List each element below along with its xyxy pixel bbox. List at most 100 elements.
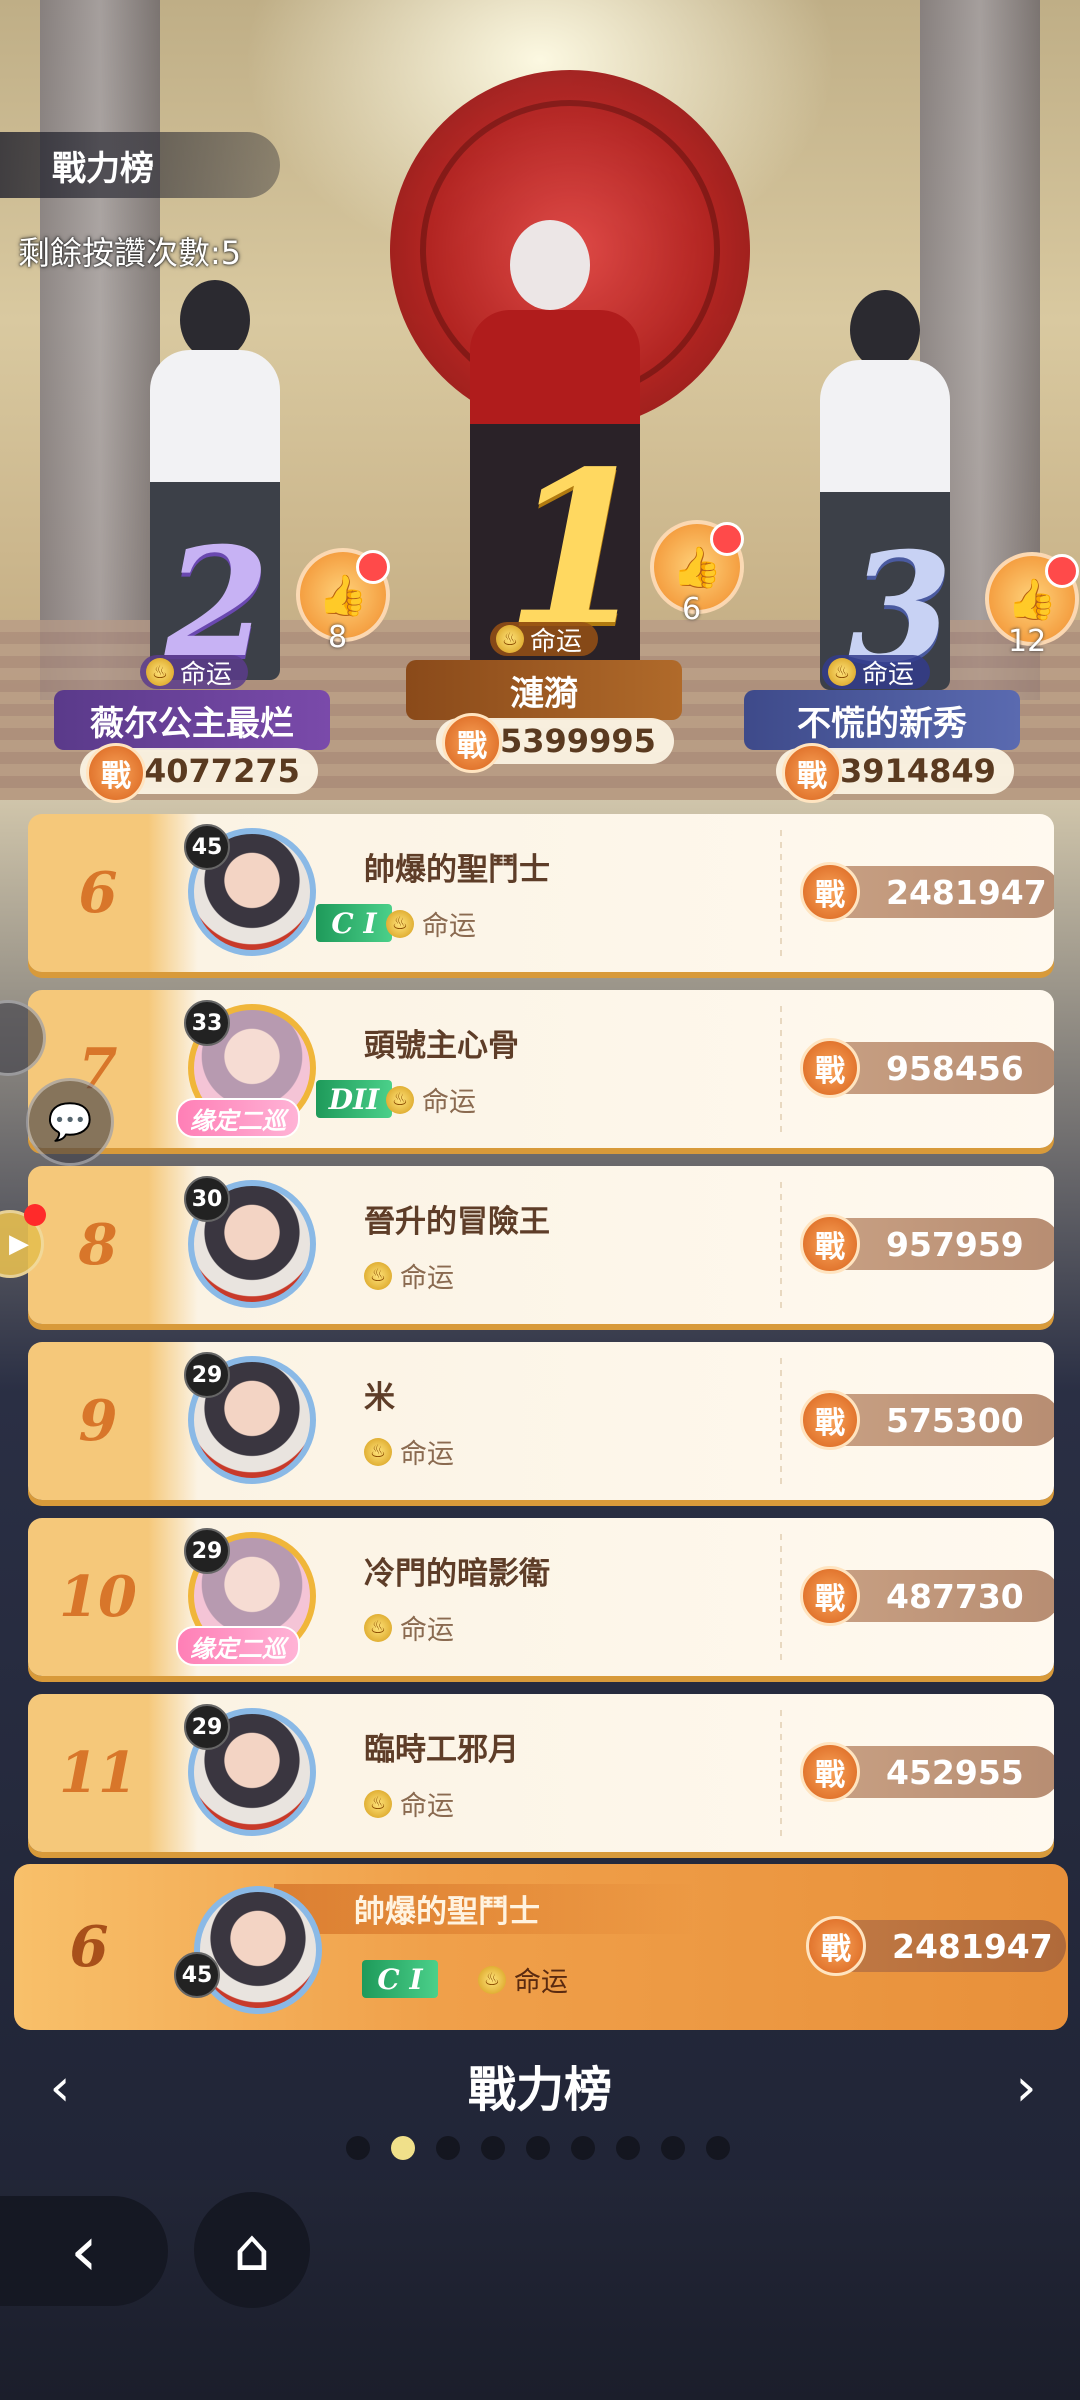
ranking-row[interactable]: 7 33 缘定二巡 頭號主心骨 DII ♨ 命运 戰 958456	[28, 990, 1054, 1148]
player-name-rank-3[interactable]: 不慌的新秀	[744, 690, 1020, 750]
power-icon: 戰	[800, 862, 860, 922]
player-name: 帥爆的聖鬥士	[364, 852, 550, 888]
power-icon: 戰	[442, 713, 502, 773]
power-rank-2: 戰 4077275	[80, 743, 318, 803]
play-icon: ▶	[9, 1229, 29, 1259]
page-dot[interactable]	[706, 2136, 730, 2160]
flame-icon: ♨	[364, 1437, 392, 1466]
my-rank-row[interactable]: 6 45 帥爆的聖鬥士 C I ♨ 命运 戰 2481947	[14, 1864, 1068, 2030]
page-title: 戰力榜	[467, 2062, 612, 2118]
power-rank-1: 戰 5399995	[436, 713, 674, 773]
power-icon: 戰	[800, 1742, 860, 1802]
divider	[780, 1182, 782, 1308]
rank-number: 8	[78, 1212, 118, 1278]
pillar-left	[40, 0, 160, 700]
like-count-rank-2: 8	[328, 620, 348, 655]
page-dot[interactable]	[526, 2136, 550, 2160]
level-badge: 30	[184, 1176, 230, 1222]
level-badge: 29	[184, 1704, 230, 1750]
player-name-rank-1[interactable]: 漣漪	[406, 660, 682, 720]
power-icon: 戰	[86, 743, 146, 803]
avatar-frame-tag: 缘定二巡	[176, 1626, 300, 1666]
player-name: 冷門的暗影衛	[364, 1556, 550, 1592]
divider	[780, 1006, 782, 1132]
flame-icon: ♨	[478, 1965, 506, 1994]
power-icon: 戰	[782, 743, 842, 803]
page-dot[interactable]	[661, 2136, 685, 2160]
notification-dot	[356, 550, 390, 584]
rank-tier-badge: C I	[362, 1960, 438, 1998]
flame-icon: ♨	[364, 1261, 392, 1290]
flame-icon: ♨	[146, 658, 174, 686]
fate-label: ♨ 命运	[386, 904, 476, 943]
fate-tag-rank-3: ♨ 命运	[822, 655, 931, 690]
notification-dot	[710, 522, 744, 556]
back-arrow-icon: ‹	[70, 2210, 98, 2292]
fate-label: ♨ 命运	[386, 1080, 476, 1119]
bottom-bar	[0, 2180, 1080, 2400]
power-value: 戰 958456	[800, 1038, 1054, 1098]
page-dot-active[interactable]	[391, 2136, 415, 2160]
avatar-frame-tag: 缘定二巡	[176, 1098, 300, 1138]
avatar[interactable]	[194, 1886, 322, 2014]
flame-icon: ♨	[364, 1789, 392, 1818]
ranking-row[interactable]: 11 29 臨時工邪月 ♨ 命运 戰 452955	[28, 1694, 1054, 1852]
ranking-row[interactable]: 10 29 缘定二巡 冷門的暗影衛 ♨ 命运 戰 487730	[28, 1518, 1054, 1676]
divider	[780, 830, 782, 956]
fate-label: ♨ 命运	[364, 1432, 454, 1471]
player-name: 晉升的冒險王	[364, 1204, 550, 1240]
likes-remaining: 剩餘按讚次數:5	[18, 234, 242, 272]
chevron-right-icon: ›	[1015, 2058, 1037, 2118]
divider	[780, 1534, 782, 1660]
home-icon: ⌂	[233, 2216, 271, 2284]
power-value: 戰 957959	[800, 1214, 1054, 1274]
chat-icon: 💬	[47, 1102, 93, 1143]
ranking-title: 戰力榜	[0, 132, 280, 198]
ranking-row[interactable]: 6 45 帥爆的聖鬥士 C I ♨ 命运 戰 2481947	[28, 814, 1054, 972]
page-indicator	[346, 2136, 730, 2160]
like-count-rank-3: 12	[1008, 624, 1047, 659]
rank-number: 11	[59, 1740, 137, 1806]
notification-dot	[1045, 554, 1079, 588]
page-dot[interactable]	[571, 2136, 595, 2160]
level-badge: 33	[184, 1000, 230, 1046]
power-value: 戰 452955	[800, 1742, 1054, 1802]
rank-tier-badge: DII	[316, 1080, 392, 1118]
back-button[interactable]: ‹	[0, 2196, 168, 2306]
page-dot[interactable]	[616, 2136, 640, 2160]
power-icon: 戰	[806, 1916, 866, 1976]
level-badge: 45	[174, 1952, 220, 1998]
flame-icon: ♨	[496, 625, 524, 653]
power-value: 戰 487730	[800, 1566, 1054, 1626]
page-dot[interactable]	[346, 2136, 370, 2160]
power-value: 戰 575300	[800, 1390, 1054, 1450]
fate-label: ♨ 命运	[364, 1608, 454, 1647]
like-count-rank-1: 6	[682, 592, 702, 627]
flame-icon: ♨	[828, 658, 856, 686]
ranking-row[interactable]: 9 29 米 ♨ 命运 戰 575300	[28, 1342, 1054, 1500]
level-badge: 29	[184, 1352, 230, 1398]
page-dot[interactable]	[481, 2136, 505, 2160]
rank-number: 6	[69, 1914, 109, 1980]
next-page-button[interactable]: ›	[996, 2058, 1056, 2118]
flame-icon: ♨	[386, 909, 414, 938]
player-name: 頭號主心骨	[364, 1028, 519, 1064]
fate-label: ♨ 命运	[478, 1960, 568, 1999]
home-button[interactable]: ⌂	[194, 2192, 310, 2308]
divider	[780, 1358, 782, 1484]
power-rank-3: 戰 3914849	[776, 743, 1014, 803]
power-value: 戰 2481947	[806, 1916, 1066, 1976]
rank-number: 9	[78, 1388, 118, 1454]
fate-label: ♨ 命运	[364, 1256, 454, 1295]
page-dot[interactable]	[436, 2136, 460, 2160]
level-badge: 45	[184, 824, 230, 870]
ranking-row[interactable]: 8 30 晉升的冒險王 ♨ 命运 戰 957959	[28, 1166, 1054, 1324]
flame-icon: ♨	[386, 1085, 414, 1114]
power-value: 戰 2481947	[800, 862, 1054, 922]
power-icon: 戰	[800, 1390, 860, 1450]
fate-tag-rank-1: ♨ 命运	[490, 622, 599, 657]
player-name: 米	[364, 1380, 395, 1416]
chat-button[interactable]: 💬	[26, 1078, 114, 1166]
player-name-rank-2[interactable]: 薇尔公主最烂	[54, 690, 330, 750]
flame-icon: ♨	[364, 1613, 392, 1642]
